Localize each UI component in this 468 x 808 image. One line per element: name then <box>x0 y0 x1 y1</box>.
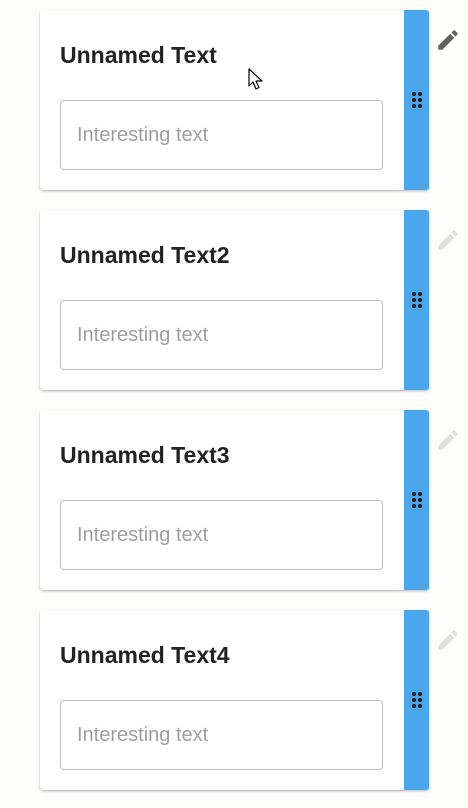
drag-indicator-icon <box>411 491 423 509</box>
edit-button-2[interactable] <box>434 226 462 254</box>
edit-button-1[interactable] <box>434 26 462 54</box>
pencil-icon <box>435 627 461 653</box>
drag-handle[interactable] <box>404 10 429 190</box>
edit-button-3[interactable] <box>434 426 462 454</box>
text-input[interactable] <box>60 100 383 170</box>
drag-indicator-icon <box>411 291 423 309</box>
edit-button-4[interactable] <box>434 626 462 654</box>
text-input[interactable] <box>60 700 383 770</box>
card-title: Unnamed Text <box>60 42 217 68</box>
text-card-2: Unnamed Text2 <box>40 210 429 390</box>
text-input[interactable] <box>60 300 383 370</box>
text-card-4: Unnamed Text4 <box>40 610 429 790</box>
drag-indicator-icon <box>411 691 423 709</box>
text-input[interactable] <box>60 500 383 570</box>
drag-handle[interactable] <box>404 210 429 390</box>
drag-indicator-icon <box>411 91 423 109</box>
card-title: Unnamed Text2 <box>60 242 230 268</box>
card-title: Unnamed Text4 <box>60 642 230 668</box>
pencil-icon <box>435 227 461 253</box>
card-title: Unnamed Text3 <box>60 442 230 468</box>
drag-handle[interactable] <box>404 410 429 590</box>
pencil-icon <box>435 427 461 453</box>
pencil-icon <box>435 27 461 53</box>
text-card-1: Unnamed Text <box>40 10 429 190</box>
text-card-3: Unnamed Text3 <box>40 410 429 590</box>
drag-handle[interactable] <box>404 610 429 790</box>
